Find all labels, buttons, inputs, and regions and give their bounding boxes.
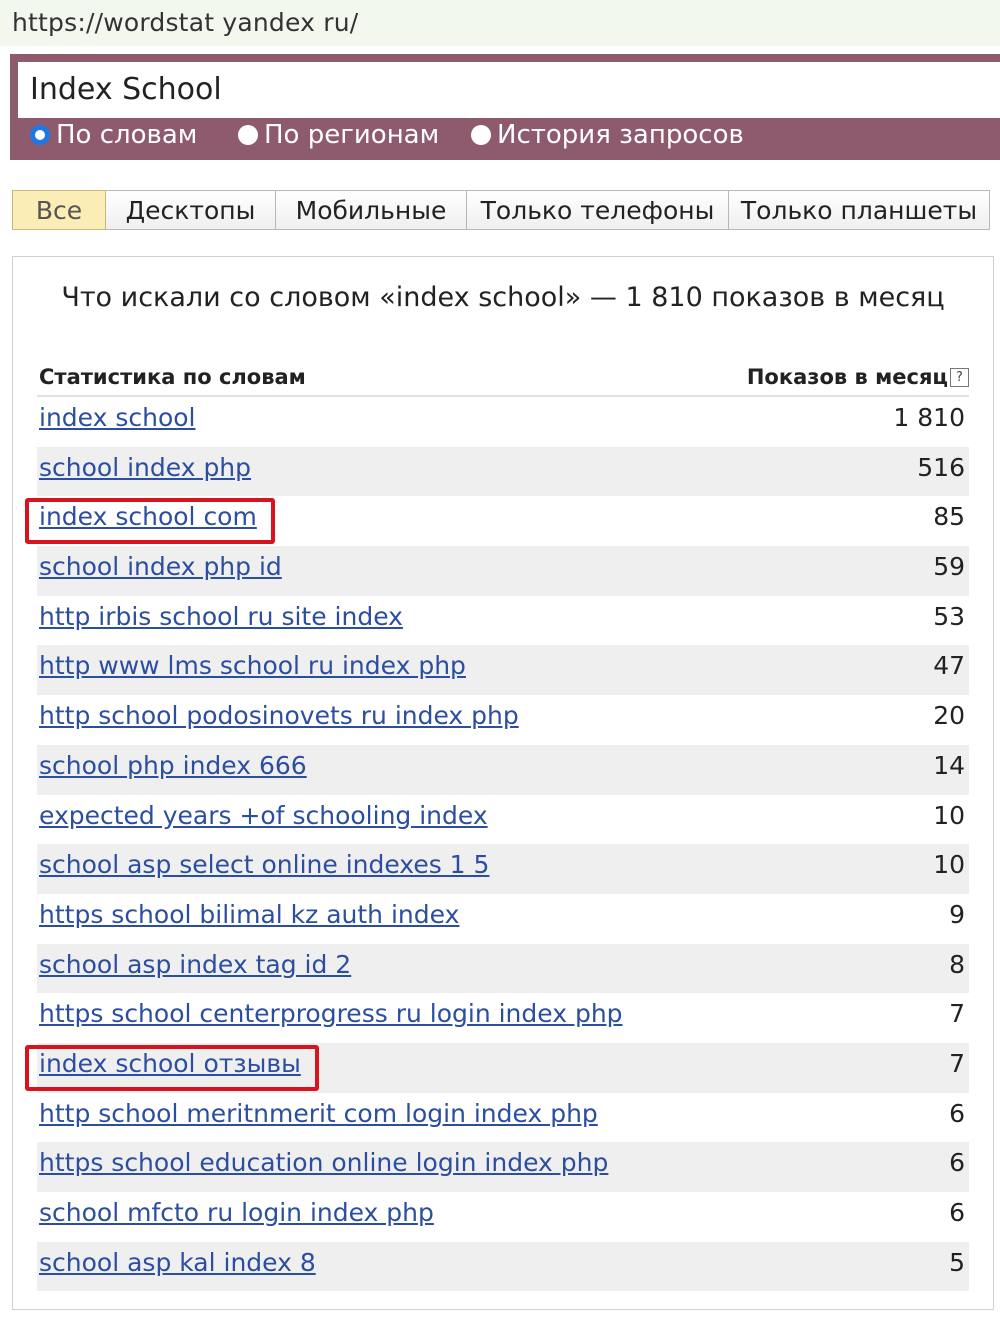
- radio-unchecked-icon[interactable]: [238, 125, 258, 145]
- tab-desktops[interactable]: Десктопы: [106, 190, 276, 230]
- results-title: Что искали со словом «index school» — 1 …: [61, 282, 945, 313]
- table-row: index school 1 810: [37, 397, 969, 447]
- keyword-link[interactable]: https school bilimal kz auth index: [39, 900, 459, 929]
- impressions-count: 53: [933, 601, 965, 631]
- table-row: school asp select online indexes 1 5 10: [37, 844, 969, 894]
- impressions-count: 14: [933, 750, 965, 780]
- results-panel: Что искали со словом «index school» — 1 …: [12, 256, 994, 1310]
- impressions-count: 10: [933, 800, 965, 830]
- radio-label: По регионам: [264, 120, 440, 150]
- table-row: https school education online login inde…: [37, 1142, 969, 1192]
- radio-by-words[interactable]: По словам: [30, 120, 197, 150]
- search-input[interactable]: [18, 62, 1000, 118]
- impressions-count: 6: [949, 1098, 965, 1128]
- keyword-link[interactable]: school php index 666: [39, 751, 307, 780]
- tab-tablets-only[interactable]: Только планшеты: [729, 190, 990, 230]
- impressions-count: 6: [949, 1148, 965, 1178]
- impressions-count: 1 810: [893, 403, 965, 432]
- table-row: index school отзывы 7: [25, 1042, 969, 1093]
- impressions-count: 6: [949, 1198, 965, 1227]
- keyword-link[interactable]: http school meritnmerit com login index …: [39, 1099, 598, 1128]
- tab-all[interactable]: Все: [12, 190, 106, 230]
- browser-address-bar[interactable]: https://wordstat yandex ru/: [0, 0, 1000, 46]
- url-text[interactable]: https://wordstat yandex ru/: [12, 8, 358, 37]
- column-header-count-label: Показов в месяц: [746, 365, 948, 389]
- keyword-link[interactable]: school asp select online indexes 1 5: [39, 850, 489, 879]
- radio-query-history[interactable]: История запросов: [471, 120, 744, 150]
- impressions-count: 9: [949, 899, 965, 929]
- radio-label: По словам: [56, 120, 198, 150]
- keyword-link[interactable]: http irbis school ru site index: [39, 602, 403, 631]
- table-row: school index php id 59: [37, 546, 969, 596]
- keyword-link[interactable]: school mfcto ru login index php: [39, 1198, 434, 1227]
- impressions-count: 5: [949, 1247, 965, 1277]
- radio-label: История запросов: [497, 120, 744, 150]
- table-header: Статистика по словам Показов в месяц ?: [37, 365, 969, 397]
- impressions-count: 10: [933, 850, 965, 880]
- impressions-count: 47: [933, 651, 965, 681]
- table-row: school php index 666 14: [37, 744, 969, 795]
- radio-unchecked-icon[interactable]: [471, 125, 491, 145]
- keyword-link[interactable]: https school education online login inde…: [39, 1148, 608, 1177]
- table-row: http www lms school ru index php 47: [37, 645, 969, 696]
- keyword-link[interactable]: school index php: [39, 453, 251, 482]
- impressions-count: 59: [933, 552, 965, 582]
- impressions-count: 7: [949, 999, 965, 1029]
- tab-phones-only[interactable]: Только телефоны: [467, 190, 729, 230]
- table-row: school asp index tag id 2 8: [37, 943, 969, 994]
- tab-mobile[interactable]: Мобильные: [276, 190, 467, 230]
- device-tabs: Все Десктопы Мобильные Только телефоны Т…: [12, 190, 990, 232]
- keyword-link[interactable]: index school: [39, 403, 196, 432]
- table-row: http school meritnmerit com login index …: [37, 1093, 969, 1143]
- impressions-count: 20: [933, 701, 965, 731]
- results-table: index school 1 810 school index php 516 inde…: [25, 397, 969, 1292]
- table-row: school asp kal index 8 5: [37, 1241, 969, 1292]
- table-row: https school centerprogress ru login ind…: [37, 993, 969, 1043]
- impressions-count: 8: [949, 949, 965, 979]
- keyword-link[interactable]: expected years +of schooling index: [39, 801, 488, 830]
- table-row: http irbis school ru site index 53: [37, 596, 969, 646]
- keyword-link[interactable]: http www lms school ru index php: [39, 651, 466, 680]
- column-header-count: Показов в месяц ?: [747, 365, 969, 389]
- table-row: school index php 516: [37, 446, 969, 497]
- keyword-link[interactable]: school index php id: [39, 552, 282, 581]
- table-row: expected years +of schooling index 10: [37, 795, 969, 845]
- table-row: http school podosinovets ru index php 20: [37, 695, 969, 745]
- impressions-count: 516: [917, 452, 965, 482]
- impressions-count: 85: [933, 502, 965, 532]
- radio-checked-icon[interactable]: [30, 125, 50, 145]
- column-header-phrase: Статистика по словам: [39, 365, 306, 389]
- table-row: index school com 85: [25, 496, 969, 546]
- highlight-box: [25, 498, 275, 545]
- table-row: school mfcto ru login index php 6: [37, 1192, 969, 1242]
- help-icon[interactable]: ?: [950, 367, 969, 387]
- keyword-link[interactable]: school asp index tag id 2: [39, 950, 351, 979]
- keyword-link[interactable]: https school centerprogress ru login ind…: [39, 999, 623, 1028]
- keyword-link[interactable]: http school podosinovets ru index php: [39, 701, 519, 730]
- radio-by-regions[interactable]: По регионам: [238, 120, 439, 150]
- keyword-link[interactable]: school asp kal index 8: [39, 1248, 316, 1277]
- impressions-count: 7: [949, 1048, 965, 1078]
- table-row: https school bilimal kz auth index 9: [37, 894, 969, 944]
- highlight-box: [25, 1044, 319, 1091]
